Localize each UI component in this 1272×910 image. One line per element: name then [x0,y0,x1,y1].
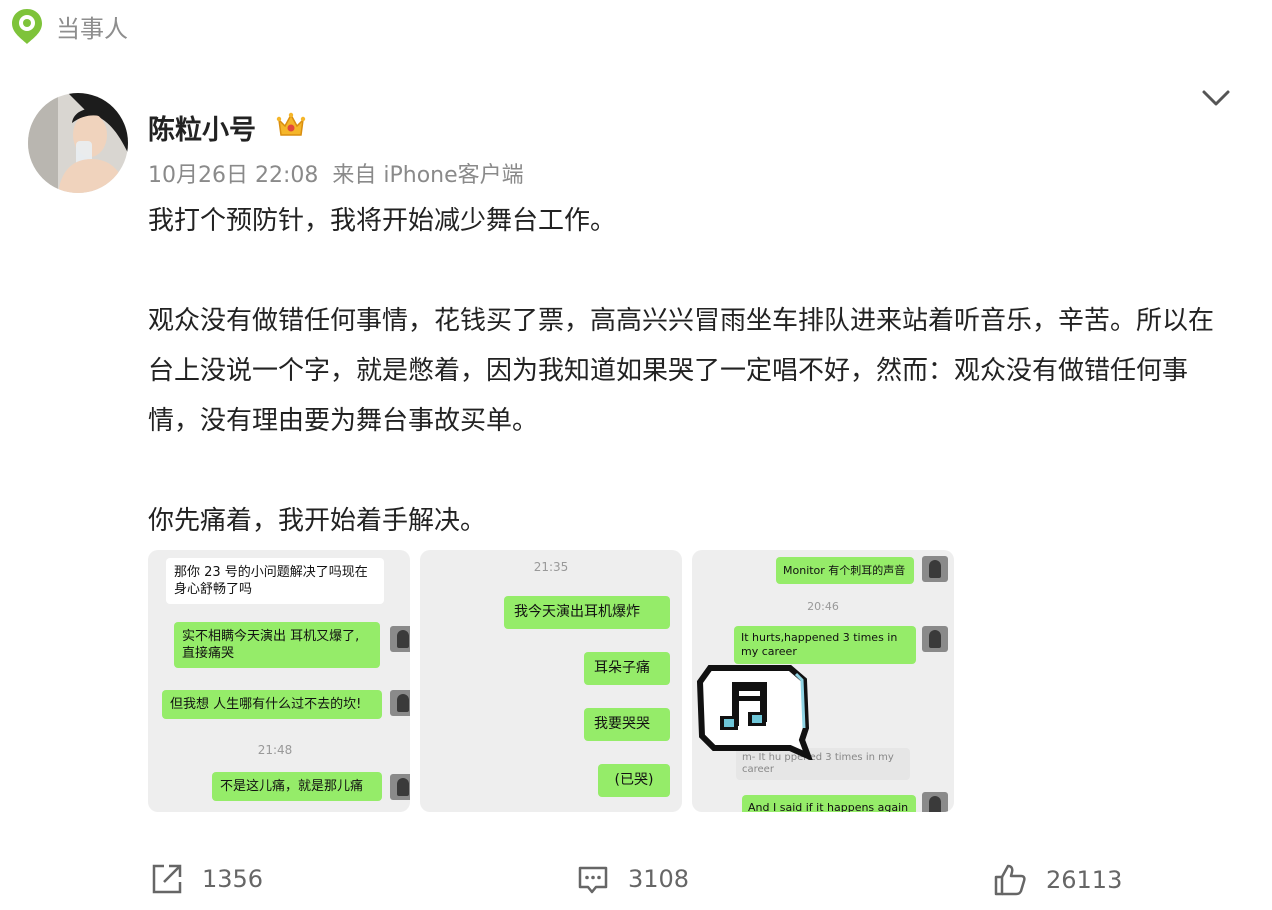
comment-icon [578,866,608,894]
like-count: 26113 [1046,866,1123,894]
action-bar: 1356 3108 26113 [0,862,1272,902]
chat-avatar [922,556,948,582]
comment-count: 3108 [628,865,690,893]
like-button[interactable]: 26113 [992,862,1122,898]
chat-bubble: 我今天演出耳机爆炸 [504,596,670,629]
chat-time: 21:48 [257,743,293,757]
chat-avatar [390,626,410,652]
chat-bubble: Monitor 有个刺耳的声音 [776,557,914,584]
chat-avatar [390,690,410,716]
post-paragraph: 我打个预防针，我将开始减少舞台工作。 [148,206,617,236]
repost-button[interactable]: 1356 [150,862,263,896]
post-time: 10月26日 22:08 [148,163,319,188]
share-icon [152,864,182,894]
thumbs-up-icon [994,864,1026,896]
comment-button[interactable]: 3108 [576,862,689,896]
avatar[interactable] [28,93,128,193]
chat-bubble: 耳朵子痛 [584,652,670,685]
post-image-1[interactable]: 那你 23 号的小问题解决了吗现在身心舒畅了吗 实不相瞒今天演出 耳机又爆了,直… [148,550,410,812]
topic-label: 当事人 [56,14,128,43]
repost-count: 1356 [202,865,264,893]
chat-bubble: And I said if it happens again I [742,795,916,812]
chat-bubble: 我要哭哭 [584,708,670,741]
post-text: 我打个预防针，我将开始减少舞台工作。 观众没有做错任何事情，花钱买了票，高高兴兴… [148,196,1228,546]
chat-bubble: (已哭) [598,764,670,797]
post-meta: 10月26日 22:08 来自 iPhone客户端 [148,157,524,189]
chat-time: 20:46 [807,600,839,613]
post-image-2[interactable]: 21:35 我今天演出耳机爆炸 耳朵子痛 我要哭哭 (已哭) [420,550,682,812]
chat-bubble: 但我想 人生哪有什么过不去的坎! [162,690,382,719]
post-source: 来自 iPhone客户端 [332,163,524,188]
post-paragraph: 你先痛着，我开始着手解决。 [148,506,487,536]
chat-time: 21:35 [533,560,569,574]
location-pin-icon [12,9,42,44]
post-paragraph: 观众没有做错任何事情，花钱买了票，高高兴兴冒雨坐车排队进来站着听音乐，辛苦。所以… [148,306,1215,436]
chat-bubble: 实不相瞒今天演出 耳机又爆了,直接痛哭 [174,622,380,668]
top-bar: 当事人 [10,6,128,46]
chat-bubble: 不是这儿痛，就是那儿痛 [212,772,382,801]
music-note-icon [696,665,813,760]
chevron-down-icon[interactable] [1200,86,1232,110]
chat-avatar [922,792,948,812]
chat-avatar [390,774,410,800]
chat-avatar [922,626,948,652]
author-name[interactable]: 陈粒小号 [148,108,256,147]
chat-bubble: 那你 23 号的小问题解决了吗现在身心舒畅了吗 [166,558,384,604]
post-image-3[interactable]: Monitor 有个刺耳的声音 20:46 It hurts,happened … [692,550,954,812]
avatar-image [28,93,128,193]
crown-icon [276,112,306,136]
